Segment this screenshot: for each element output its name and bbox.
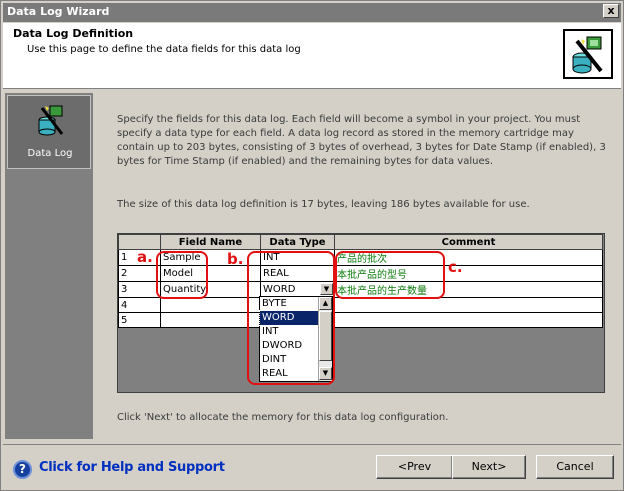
help-icon: ? [13, 460, 32, 479]
field-name-cell[interactable] [160, 312, 261, 328]
annotation-box-a [156, 251, 208, 299]
data-type-header: Data Type [260, 234, 335, 250]
comment-cell[interactable] [334, 297, 603, 313]
page-header: Data Log Definition Use this page to def… [3, 23, 621, 89]
title-bar: Data Log Wizard x [3, 3, 621, 22]
help-link-text: Click for Help and Support [39, 460, 225, 475]
sidebar-item-label: Data Log [27, 148, 73, 159]
table-row: 4 [118, 297, 603, 313]
comment-header: Comment [334, 234, 603, 250]
sidebar-item-data-log[interactable]: Data Log [7, 95, 91, 169]
data-log-wizard-window: Data Log Wizard x Data Log Definition Us… [0, 0, 624, 491]
page-title: Data Log Definition [13, 27, 134, 40]
field-name-cell[interactable] [160, 297, 261, 313]
close-button[interactable]: x [603, 4, 619, 18]
comment-cell[interactable] [334, 312, 603, 328]
footer: ? Click for Help and Support [3, 444, 621, 489]
data-log-icon [36, 104, 66, 138]
next-button[interactable]: Next> [452, 455, 526, 479]
annotation-box-b [247, 251, 335, 385]
data-log-wizard-icon [563, 29, 613, 79]
row-number: 4 [118, 297, 161, 313]
close-icon: x [607, 4, 615, 17]
row-number: 3 [118, 281, 161, 298]
row-number: 5 [118, 312, 161, 328]
grid-header-row: Field Name Data Type Comment [118, 234, 603, 250]
prev-button[interactable]: <Prev [376, 455, 453, 479]
page-subtitle: Use this page to define the data fields … [27, 44, 301, 55]
cancel-button[interactable]: Cancel [536, 455, 614, 479]
window-title: Data Log Wizard [7, 5, 110, 18]
sidebar: Data Log [5, 93, 93, 439]
table-row: 5 [118, 312, 603, 328]
annotation-label-a: a. [137, 248, 153, 266]
row-number: 2 [118, 265, 161, 282]
size-info-text: The size of this data log definition is … [117, 199, 530, 210]
annotation-label-b: b. [227, 250, 244, 268]
annotation-box-c [335, 251, 445, 299]
next-hint-text: Click 'Next' to allocate the memory for … [117, 412, 449, 423]
annotation-label-c: c. [448, 258, 463, 276]
field-name-header: Field Name [160, 234, 261, 250]
intro-text: Specify the fields for this data log. Ea… [117, 114, 606, 167]
